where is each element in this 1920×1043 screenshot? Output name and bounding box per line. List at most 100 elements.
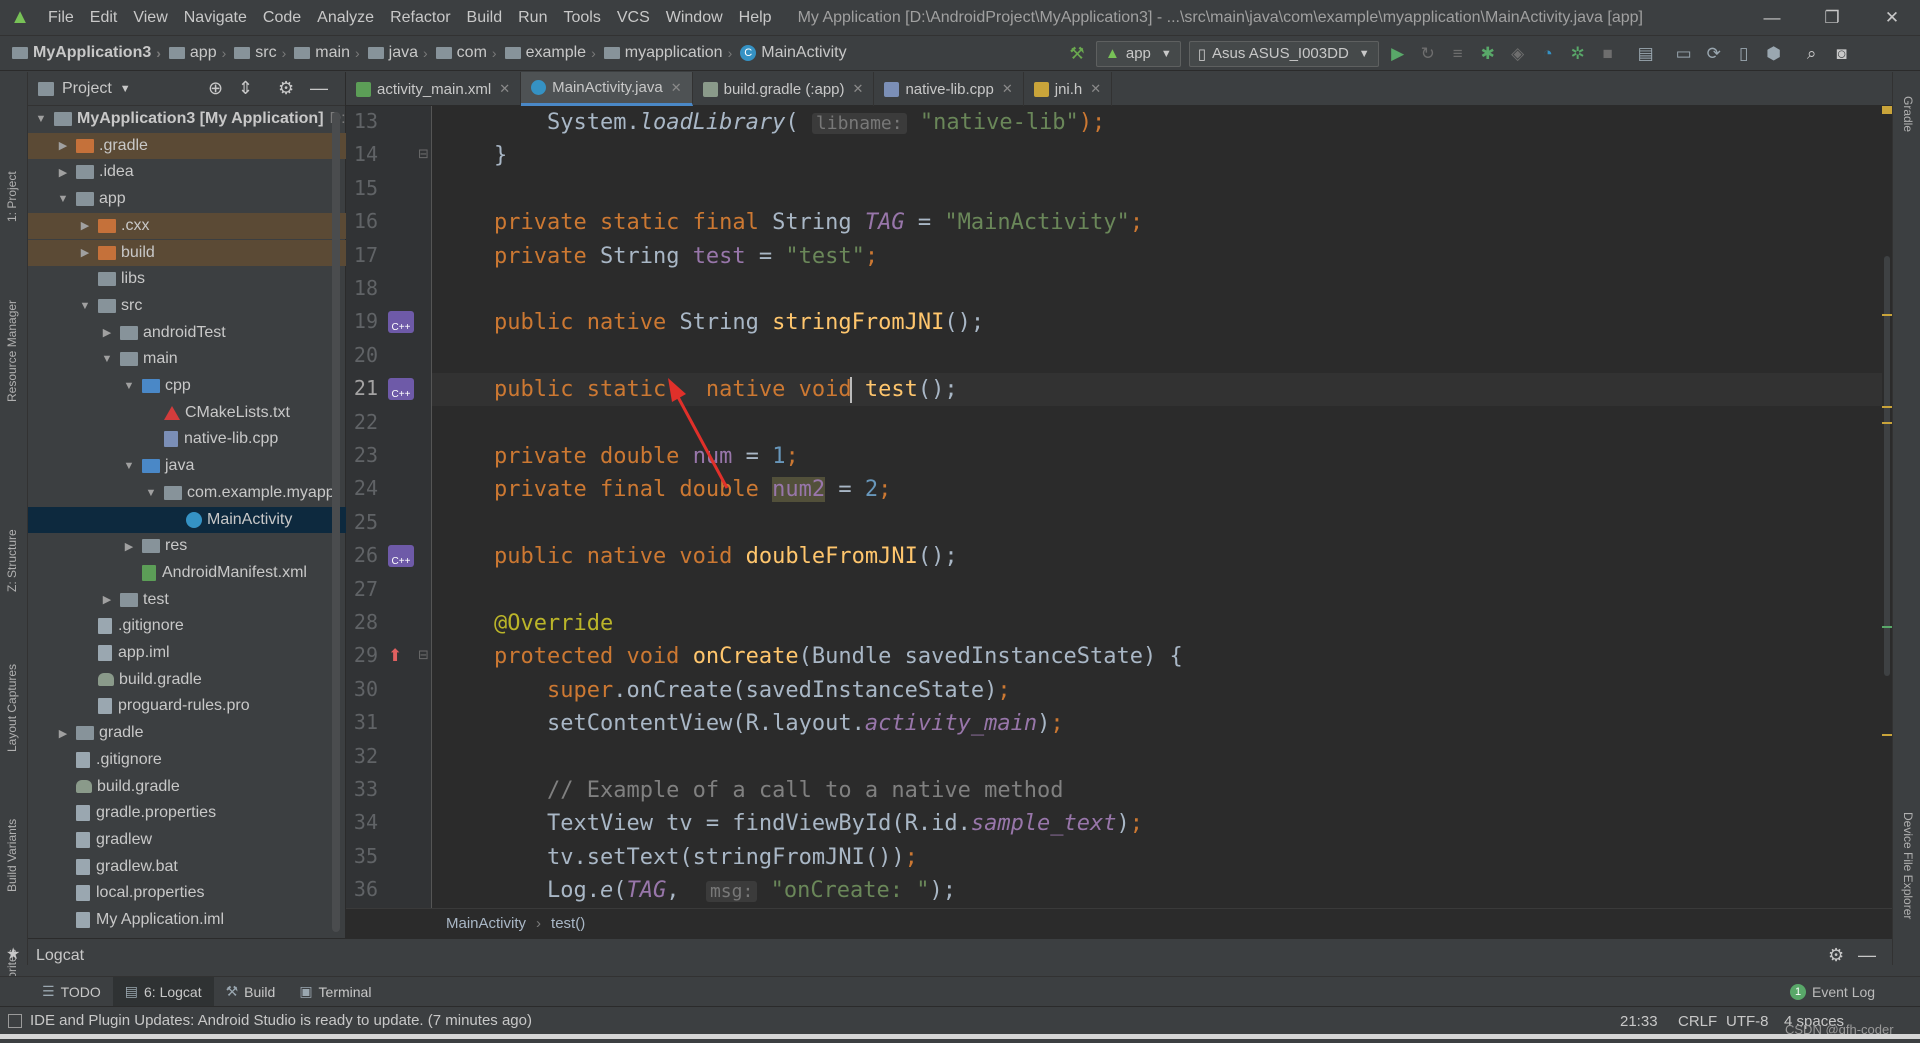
device-manager-icon[interactable]: ▯ — [1731, 41, 1757, 67]
expand-arrow-icon[interactable]: ▼ — [78, 300, 92, 312]
tree-node[interactable]: build.gradle — [28, 774, 346, 800]
breadcrumb-item[interactable]: myapplication› — [600, 44, 737, 62]
breadcrumb-item[interactable]: java› — [364, 44, 432, 62]
tree-node[interactable]: ▶build — [28, 240, 346, 266]
expand-arrow-icon[interactable]: ▶ — [100, 593, 114, 606]
code-editor[interactable]: 1314⊟1516171819C++2021C++2223242526C++27… — [346, 106, 1892, 908]
menu-item-analyze[interactable]: Analyze — [309, 9, 382, 27]
user-icon[interactable]: ◙ — [1829, 41, 1855, 67]
menu-item-edit[interactable]: Edit — [82, 9, 126, 27]
profile-icon[interactable]: ◔ — [1535, 41, 1561, 67]
collapse-all-icon[interactable]: ⇕ — [238, 78, 253, 99]
expand-arrow-icon[interactable]: ▶ — [100, 326, 114, 339]
menu-item-window[interactable]: Window — [658, 9, 731, 27]
tool-resource-manager[interactable]: Resource Manager — [5, 300, 19, 402]
menu-item-navigate[interactable]: Navigate — [176, 9, 255, 27]
tool-gradle[interactable]: Gradle — [1901, 96, 1915, 132]
close-tab-icon[interactable]: ✕ — [853, 81, 864, 97]
tree-node[interactable]: .gitignore — [28, 747, 346, 773]
expand-arrow-icon[interactable]: ▼ — [122, 460, 136, 472]
tool-structure[interactable]: Z: Structure — [5, 529, 19, 592]
tree-node[interactable]: build.gradle — [28, 667, 346, 693]
tree-node[interactable]: libs — [28, 266, 346, 292]
tree-node[interactable]: proguard-rules.pro — [28, 693, 346, 719]
tree-node[interactable]: My Application.iml — [28, 907, 346, 933]
breadcrumb-method[interactable]: test() — [551, 915, 585, 932]
tree-node[interactable]: ▼MyApplication3 [My Application]D: — [28, 106, 346, 132]
tree-node[interactable]: CMakeLists.txt — [28, 400, 346, 426]
tool-build-variants[interactable]: Build Variants — [5, 819, 19, 892]
tree-node[interactable]: ▶.cxx — [28, 213, 346, 239]
sync-project-icon[interactable]: ▤ — [1633, 41, 1659, 67]
bottom-tab[interactable]: ▤6: Logcat — [113, 977, 214, 1007]
tree-node[interactable]: app.iml — [28, 640, 346, 666]
coverage-icon[interactable]: ◈ — [1505, 41, 1531, 67]
tree-node[interactable]: gradlew.bat — [28, 854, 346, 880]
event-log-button[interactable]: 1 Event Log — [1790, 977, 1875, 1007]
status-toggle-icon[interactable] — [8, 1014, 22, 1028]
tree-node[interactable]: ▼app — [28, 186, 346, 212]
gradle-sync-icon[interactable]: ⟳ — [1701, 41, 1727, 67]
avd-manager-icon[interactable]: ▭ — [1671, 41, 1697, 67]
tree-node[interactable]: .gitignore — [28, 613, 346, 639]
tree-node[interactable]: ▼main — [28, 346, 346, 372]
editor-tab[interactable]: activity_main.xml✕ — [346, 72, 521, 106]
tree-node[interactable]: ▼com.example.myappl — [28, 480, 346, 506]
tool-layout-captures[interactable]: Layout Captures — [5, 664, 19, 752]
expand-arrow-icon[interactable]: ▶ — [78, 246, 92, 259]
tree-node[interactable]: local.properties — [28, 880, 346, 906]
tool-project[interactable]: 1: Project — [5, 171, 19, 222]
tree-node[interactable]: ▼java — [28, 453, 346, 479]
tree-node[interactable]: gradle.properties — [28, 800, 346, 826]
breadcrumb-item[interactable]: main› — [290, 44, 363, 62]
tree-node[interactable]: gradlew — [28, 827, 346, 853]
hammer-build-icon[interactable]: ⚒ — [1064, 41, 1090, 67]
breadcrumb-item[interactable]: app› — [165, 44, 230, 62]
expand-arrow-icon[interactable]: ▶ — [56, 166, 70, 179]
menu-item-view[interactable]: View — [125, 9, 175, 27]
chevron-down-icon[interactable]: ▼ — [120, 83, 131, 95]
tree-node[interactable]: ▼cpp — [28, 373, 346, 399]
breadcrumb-item[interactable]: example› — [501, 44, 600, 62]
menu-item-tools[interactable]: Tools — [555, 9, 608, 27]
line-separator[interactable]: CRLF — [1678, 1007, 1717, 1035]
editor-tab[interactable]: build.gradle (:app)✕ — [693, 72, 875, 106]
expand-arrow-icon[interactable]: ▼ — [144, 487, 158, 499]
editor-tab[interactable]: native-lib.cpp✕ — [874, 72, 1023, 106]
sdk-manager-icon[interactable]: ⬢ — [1761, 41, 1787, 67]
tree-node[interactable]: ▶androidTest — [28, 320, 346, 346]
run-configuration-select[interactable]: ▲app▼ — [1096, 41, 1181, 67]
tree-node[interactable]: native-lib.cpp — [28, 426, 346, 452]
expand-arrow-icon[interactable]: ▶ — [56, 139, 70, 152]
caret-position[interactable]: 21:33 — [1620, 1007, 1658, 1035]
close-window-icon[interactable]: ✕ — [1862, 0, 1920, 36]
breadcrumb-class[interactable]: MainActivity — [446, 915, 526, 932]
restore-window-icon[interactable]: ❐ — [1802, 0, 1862, 36]
expand-arrow-icon[interactable]: ▼ — [34, 113, 48, 125]
gear-icon[interactable]: ⚙ — [1828, 945, 1844, 966]
stop-icon[interactable]: ■ — [1595, 41, 1621, 67]
breadcrumb-item[interactable]: src› — [230, 44, 290, 62]
breadcrumb-item[interactable]: com› — [432, 44, 501, 62]
star-icon[interactable]: ★ — [6, 944, 20, 964]
menu-item-file[interactable]: File — [40, 9, 82, 27]
expand-arrow-icon[interactable]: ▼ — [56, 193, 70, 205]
tree-node[interactable]: ▶test — [28, 587, 346, 613]
device-select[interactable]: ▯Asus ASUS_I003DD▼ — [1189, 41, 1379, 67]
expand-arrow-icon[interactable]: ▶ — [78, 219, 92, 232]
apply-code-changes-icon[interactable]: ≡ — [1445, 41, 1471, 67]
expand-arrow-icon[interactable]: ▶ — [56, 727, 70, 740]
tree-node[interactable]: ▶gradle — [28, 720, 346, 746]
attach-debugger-icon[interactable]: ✲ — [1565, 41, 1591, 67]
expand-arrow-icon[interactable]: ▼ — [122, 380, 136, 392]
expand-arrow-icon[interactable]: ▼ — [100, 353, 114, 365]
tree-node[interactable]: AndroidManifest.xml — [28, 560, 346, 586]
editor-tab[interactable]: MainActivity.java✕ — [521, 72, 693, 106]
file-encoding[interactable]: UTF-8 — [1726, 1007, 1769, 1035]
apply-changes-icon[interactable]: ↻ — [1415, 41, 1441, 67]
close-tab-icon[interactable]: ✕ — [671, 80, 682, 96]
close-tab-icon[interactable]: ✕ — [1002, 81, 1013, 97]
bottom-tab[interactable]: ▣Terminal — [287, 977, 383, 1007]
menu-item-help[interactable]: Help — [731, 9, 780, 27]
hide-panel-icon[interactable]: — — [310, 78, 328, 99]
